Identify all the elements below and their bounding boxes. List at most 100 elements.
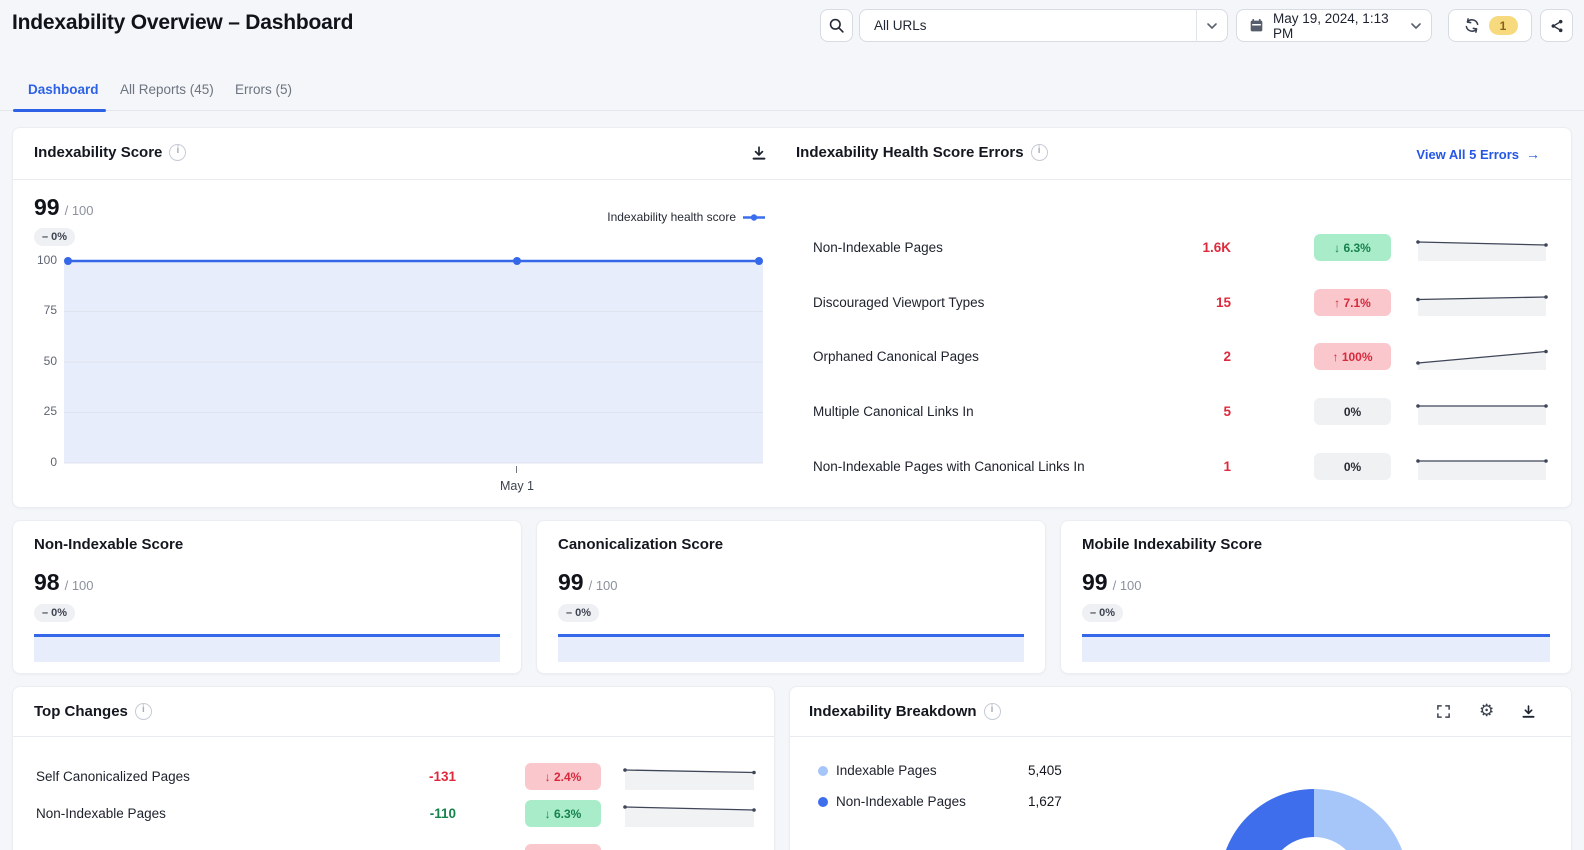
y-axis-tick: 75 (43, 303, 57, 317)
trend-sparkline (623, 768, 756, 790)
chart-legend[interactable]: Indexability health score (607, 210, 765, 224)
card-title: Non-Indexable Score (34, 536, 184, 553)
view-all-errors-link[interactable]: View All 5 Errors (1416, 146, 1540, 162)
tab-errors[interactable]: Errors (5) (235, 82, 292, 97)
search-button[interactable] (820, 9, 853, 42)
tab-dashboard[interactable]: Dashboard (28, 82, 99, 97)
expand-icon[interactable] (1436, 704, 1451, 719)
canonicalization-score-card: Canonicalization Score 99 / 100 – 0% (536, 520, 1046, 674)
download-icon[interactable] (1521, 704, 1536, 719)
change-badge: 0% (1314, 398, 1391, 425)
tab-all-reports[interactable]: All Reports (45) (120, 82, 214, 97)
indexability-donut-chart (1220, 789, 1408, 850)
error-value: 15 (1215, 295, 1231, 310)
legend-dot-icon (818, 765, 828, 776)
indexability-breakdown-card: Indexability Breakdown Indexable Pages 5… (789, 686, 1572, 850)
error-label: Discouraged Viewport Types (813, 295, 985, 310)
error-label: Multiple Canonical Links In (813, 404, 974, 419)
calendar-icon (1249, 18, 1264, 33)
share-button[interactable] (1540, 9, 1573, 42)
trend-sparkline (1416, 240, 1548, 261)
change-label: Non-Indexable Pages (36, 806, 166, 821)
score-number: 99 (558, 569, 584, 595)
top-change-row-clipped[interactable] (36, 844, 768, 850)
change-label: Self Canonicalized Pages (36, 769, 190, 784)
mini-chart-fill (1082, 636, 1550, 662)
refresh-button[interactable]: 1 (1448, 9, 1532, 42)
top-changes-card: Top Changes Self Canonicalized Pages -13… (12, 686, 775, 850)
error-row[interactable]: Orphaned Canonical Pages 2 ↑ 100% (813, 343, 1561, 370)
score-value: 99 / 100 (558, 569, 618, 596)
legend-value: 5,405 (1028, 763, 1062, 778)
error-row[interactable]: Discouraged Viewport Types 15 ↑ 7.1% (813, 289, 1561, 316)
non-indexable-score-card: Non-Indexable Score 98 / 100 – 0% (12, 520, 522, 674)
change-badge: ↑ 7.1% (1314, 289, 1391, 316)
score-max: / 100 (64, 578, 94, 593)
score-delta-badge: – 0% (34, 228, 76, 246)
error-label: Orphaned Canonical Pages (813, 349, 979, 364)
error-row[interactable]: Multiple Canonical Links In 5 0% (813, 398, 1561, 425)
card-title: Mobile Indexability Score (1082, 536, 1263, 553)
date-picker[interactable]: May 19, 2024, 1:13 PM (1236, 9, 1432, 42)
mini-chart-fill (558, 636, 1024, 662)
app-root: Indexability Overview – Dashboard All UR… (0, 0, 1584, 850)
info-icon[interactable] (1030, 144, 1048, 161)
refresh-icon (1463, 17, 1481, 34)
change-badge: 0% (1314, 453, 1391, 480)
trend-sparkline (623, 805, 756, 827)
date-value: May 19, 2024, 1:13 PM (1273, 10, 1389, 41)
top-change-row[interactable]: Non-Indexable Pages -110 ↓ 6.3% (36, 800, 768, 827)
error-value: 5 (1223, 404, 1231, 419)
trend-sparkline (1416, 349, 1548, 370)
change-badge: ↑ 100% (1314, 343, 1391, 370)
indexability-score-header: Indexability Score (34, 144, 187, 161)
change-value: -131 (428, 769, 456, 784)
download-icon[interactable] (751, 145, 767, 161)
score-delta-badge: – 0% (1082, 604, 1124, 622)
active-tab-underline (13, 109, 106, 112)
score-value: 99 / 100 (1082, 569, 1142, 596)
legend-item-indexable[interactable]: Indexable Pages 5,405 (818, 763, 1062, 778)
legend-label: Non-Indexable Pages (836, 794, 966, 809)
tab-bar: Dashboard All Reports (45) Errors (5) (0, 75, 1584, 112)
error-value: 2 (1223, 349, 1231, 364)
share-icon (1549, 18, 1565, 34)
chevron-down-icon (1410, 20, 1422, 32)
top-changes-header: Top Changes (34, 703, 152, 720)
score-max: / 100 (1112, 578, 1142, 593)
page-title: Indexability Overview – Dashboard (12, 11, 354, 34)
y-axis-tick: 100 (36, 253, 57, 267)
divider (790, 736, 1571, 737)
top-changes-title: Top Changes (34, 703, 128, 720)
error-row[interactable]: Non-Indexable Pages 1.6K ↓ 6.3% (813, 234, 1561, 261)
trend-sparkline (1416, 295, 1548, 316)
y-axis-tick: 50 (43, 354, 57, 368)
score-value: 99 / 100 (34, 194, 94, 221)
url-filter-select[interactable]: All URLs (859, 9, 1228, 42)
divider (13, 736, 774, 737)
legend-label: Indexable Pages (836, 763, 937, 778)
info-icon[interactable] (169, 144, 187, 161)
indexability-overview-card: Indexability Score Indexability Health S… (12, 127, 1572, 508)
indexability-score-title: Indexability Score (34, 144, 163, 161)
error-value: 1.6K (1202, 240, 1231, 255)
gear-icon[interactable] (1479, 703, 1494, 718)
top-change-row[interactable]: Self Canonicalized Pages -131 ↓ 2.4% (36, 763, 768, 790)
arrow-right-icon (1526, 146, 1540, 162)
legend-item-non-indexable[interactable]: Non-Indexable Pages 1,627 (818, 794, 1062, 809)
info-icon[interactable] (983, 703, 1001, 720)
score-number: 99 (1082, 569, 1108, 595)
x-axis-tick-label: May 1 (499, 479, 535, 493)
score-max: / 100 (588, 578, 618, 593)
x-axis-tick-mark (516, 466, 517, 473)
score-number: 98 (34, 569, 60, 595)
score-value: 98 / 100 (34, 569, 94, 596)
change-value: -110 (429, 806, 456, 821)
error-label: Non-Indexable Pages (813, 240, 943, 255)
legend-dot-icon (818, 796, 828, 807)
breakdown-title: Indexability Breakdown (809, 703, 977, 720)
error-row[interactable]: Non-Indexable Pages with Canonical Links… (813, 453, 1561, 480)
divider (13, 179, 1571, 180)
score-max: / 100 (64, 203, 94, 218)
info-icon[interactable] (134, 703, 152, 720)
